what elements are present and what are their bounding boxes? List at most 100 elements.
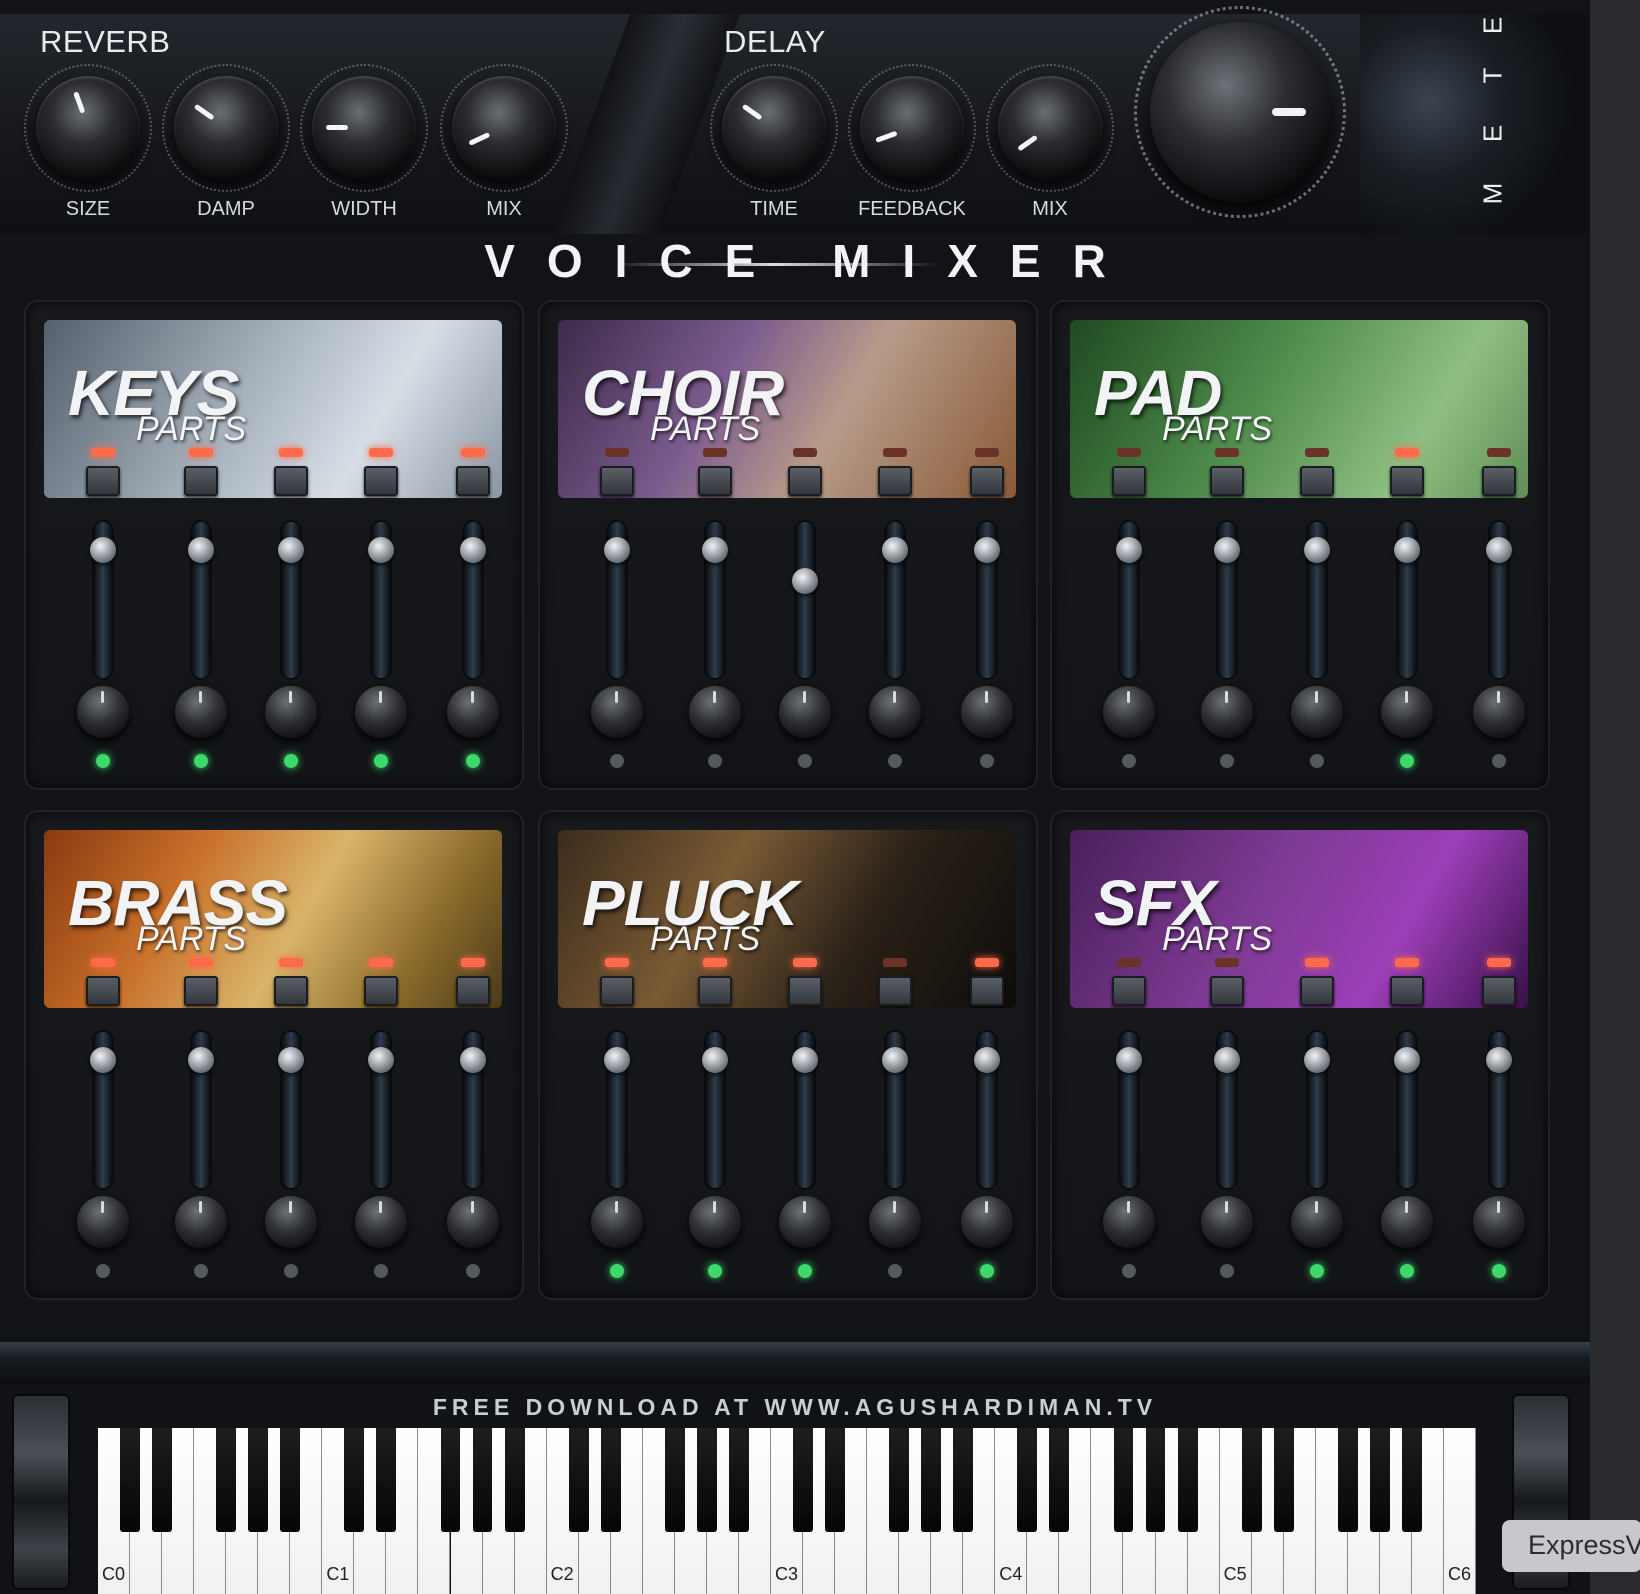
fader-thumb[interactable] [974, 1047, 1000, 1073]
fader-thumb[interactable] [1116, 1047, 1142, 1073]
reverb-mix-knob[interactable] [440, 64, 568, 192]
part-toggle-button[interactable] [1300, 976, 1334, 1006]
part-toggle-button[interactable] [86, 976, 120, 1006]
black-key[interactable] [793, 1428, 813, 1532]
volume-fader[interactable] [1304, 1030, 1330, 1190]
pan-knob[interactable] [591, 686, 643, 738]
pan-knob[interactable] [447, 1196, 499, 1248]
fader-thumb[interactable] [188, 537, 214, 563]
pan-knob[interactable] [1473, 686, 1525, 738]
volume-fader[interactable] [792, 1030, 818, 1190]
volume-fader[interactable] [974, 1030, 1000, 1190]
part-toggle-button[interactable] [1390, 466, 1424, 496]
part-toggle-button[interactable] [1300, 466, 1334, 496]
volume-fader[interactable] [368, 520, 394, 680]
pan-knob[interactable] [1473, 1196, 1525, 1248]
fader-thumb[interactable] [604, 537, 630, 563]
black-key[interactable] [472, 1428, 493, 1532]
part-toggle-button[interactable] [878, 976, 912, 1006]
volume-fader[interactable] [1394, 1030, 1420, 1190]
pan-knob[interactable] [175, 686, 227, 738]
pan-knob[interactable] [265, 686, 317, 738]
part-toggle-button[interactable] [86, 466, 120, 496]
pan-knob[interactable] [779, 686, 831, 738]
pan-knob[interactable] [869, 1196, 921, 1248]
part-toggle-button[interactable] [970, 976, 1004, 1006]
part-toggle-button[interactable] [1482, 466, 1516, 496]
part-toggle-button[interactable] [184, 466, 218, 496]
fader-thumb[interactable] [792, 568, 818, 594]
volume-fader[interactable] [882, 1030, 908, 1190]
part-toggle-button[interactable] [364, 466, 398, 496]
volume-fader[interactable] [460, 520, 486, 680]
volume-fader[interactable] [1214, 520, 1240, 680]
part-toggle-button[interactable] [878, 466, 912, 496]
black-key[interactable] [953, 1428, 974, 1532]
fader-thumb[interactable] [368, 537, 394, 563]
volume-fader[interactable] [278, 520, 304, 680]
black-key[interactable] [440, 1428, 461, 1532]
fader-thumb[interactable] [1304, 537, 1330, 563]
fader-thumb[interactable] [882, 1047, 908, 1073]
fader-thumb[interactable] [974, 537, 1000, 563]
pan-knob[interactable] [961, 1196, 1013, 1248]
pan-knob[interactable] [1291, 686, 1343, 738]
reverb-damp-knob[interactable] [162, 64, 290, 192]
black-key[interactable] [921, 1428, 942, 1532]
part-toggle-button[interactable] [456, 466, 490, 496]
black-key[interactable] [152, 1428, 173, 1532]
black-key[interactable] [1113, 1428, 1134, 1532]
part-toggle-button[interactable] [1482, 976, 1516, 1006]
part-toggle-button[interactable] [1210, 466, 1244, 496]
volume-fader[interactable] [90, 520, 116, 680]
delay-feedback-knob[interactable] [848, 64, 976, 192]
fader-thumb[interactable] [460, 537, 486, 563]
pan-knob[interactable] [1201, 1196, 1253, 1248]
part-toggle-button[interactable] [274, 976, 308, 1006]
volume-fader[interactable] [1116, 520, 1142, 680]
fader-thumb[interactable] [460, 1047, 486, 1073]
fader-thumb[interactable] [278, 537, 304, 563]
pan-knob[interactable] [1103, 686, 1155, 738]
black-key[interactable] [344, 1428, 365, 1532]
volume-fader[interactable] [460, 1030, 486, 1190]
volume-fader[interactable] [1116, 1030, 1142, 1190]
volume-fader[interactable] [604, 520, 630, 680]
fader-thumb[interactable] [1394, 537, 1420, 563]
fader-thumb[interactable] [90, 537, 116, 563]
volume-fader[interactable] [882, 520, 908, 680]
volume-fader[interactable] [368, 1030, 394, 1190]
part-toggle-button[interactable] [970, 466, 1004, 496]
volume-fader[interactable] [278, 1030, 304, 1190]
fader-thumb[interactable] [1116, 537, 1142, 563]
fader-thumb[interactable] [1214, 537, 1240, 563]
black-key[interactable] [825, 1428, 845, 1532]
black-key[interactable] [120, 1428, 140, 1532]
pitch-wheel[interactable] [12, 1394, 70, 1590]
delay-mix-knob[interactable] [986, 64, 1114, 192]
volume-fader[interactable] [1394, 520, 1420, 680]
part-toggle-button[interactable] [698, 466, 732, 496]
black-key[interactable] [1369, 1428, 1390, 1532]
fader-thumb[interactable] [1394, 1047, 1420, 1073]
black-key[interactable] [664, 1428, 685, 1532]
pan-knob[interactable] [265, 1196, 317, 1248]
black-key[interactable] [568, 1428, 589, 1532]
black-key[interactable] [376, 1428, 397, 1532]
black-key[interactable] [1337, 1428, 1358, 1532]
fader-thumb[interactable] [604, 1047, 630, 1073]
fader-thumb[interactable] [792, 1047, 818, 1073]
black-key[interactable] [889, 1428, 910, 1532]
pan-knob[interactable] [355, 686, 407, 738]
pan-knob[interactable] [175, 1196, 227, 1248]
fader-thumb[interactable] [1486, 1047, 1512, 1073]
fader-thumb[interactable] [368, 1047, 394, 1073]
part-toggle-button[interactable] [1390, 976, 1424, 1006]
volume-fader[interactable] [1214, 1030, 1240, 1190]
pan-knob[interactable] [1291, 1196, 1343, 1248]
pan-knob[interactable] [77, 1196, 129, 1248]
part-toggle-button[interactable] [184, 976, 218, 1006]
black-key[interactable] [216, 1428, 237, 1532]
part-toggle-button[interactable] [698, 976, 732, 1006]
black-key[interactable] [600, 1428, 621, 1532]
